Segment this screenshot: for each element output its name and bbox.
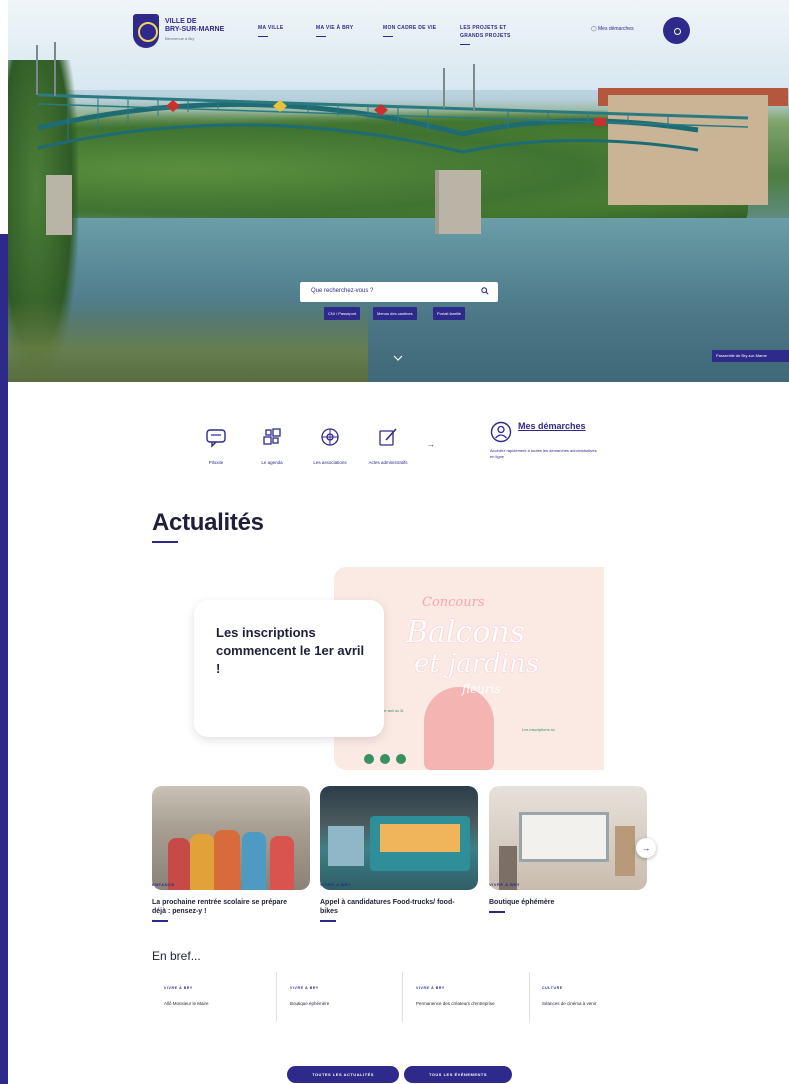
poster-line-4: fleuris (462, 682, 501, 696)
poster-link[interactable]: Les inscriptions ici (522, 727, 554, 732)
brief-category: VIVRE À BRY (290, 986, 319, 990)
account-label: Mes démarches (598, 26, 634, 32)
news-category: VIVRE À BRY (320, 882, 351, 887)
brief-text[interactable]: Boutique éphémère (290, 1000, 394, 1007)
actualites-heading: Actualités (152, 509, 264, 536)
news-category: VIVRE À BRY (489, 882, 520, 887)
quick-link-menus[interactable]: Menus des cantines (373, 307, 417, 320)
brief-category: VIVRE À BRY (416, 986, 445, 990)
grid-icon (263, 428, 281, 445)
brief-divider (402, 972, 403, 1022)
nav-ma-vie-a-bry[interactable]: MA VIE À BRY (316, 24, 353, 37)
poster-line-1: Concours (422, 595, 485, 610)
carousel-next-button[interactable]: → (636, 838, 656, 858)
news-underline (152, 920, 168, 922)
search-icon[interactable] (481, 287, 489, 295)
brief-item[interactable]: VIVRE À BRY Allô Monsieur le Maire (152, 978, 272, 1024)
search-toggle-button[interactable] (663, 17, 690, 44)
account-link[interactable]: ◯ Mes démarches (591, 26, 634, 32)
quick-access-label: Le agenda (261, 460, 283, 465)
poster-vase (424, 687, 494, 770)
brief-item[interactable]: VIVRE À BRY Boutique éphémère (278, 978, 398, 1024)
brief-text[interactable]: Permanence des créateurs d'entreprise (416, 1000, 520, 1007)
quick-access-actes[interactable]: Actes administratifs (366, 425, 410, 466)
brief-text[interactable]: Séances de cinéma à venir (542, 1000, 646, 1007)
news-image-foodtruck[interactable] (320, 786, 478, 890)
news-title[interactable]: Boutique éphémère (489, 898, 639, 907)
user-icon: ◯ (591, 26, 597, 32)
quick-link-cni[interactable]: CNI / Passeport (324, 307, 361, 320)
brief-item[interactable]: VIVRE À BRY Permanence des créateurs d'e… (404, 978, 524, 1024)
photo-caption: Passerelle de Bry-sur-Marne (712, 350, 789, 362)
edit-icon (379, 428, 397, 446)
news-image-boutique[interactable] (489, 786, 647, 890)
quick-access-label: Les associations (313, 460, 347, 465)
social-icon[interactable] (396, 754, 406, 764)
mes-demarches-description: Accédez rapidement à toutes les démarche… (490, 448, 597, 459)
quick-link-portail[interactable]: Portail famille (433, 307, 466, 320)
heading-underline (152, 541, 178, 543)
chat-icon (206, 429, 226, 448)
hero-search-bar[interactable]: Que recherchez-vous ? (300, 282, 498, 302)
poster-line-2: Balcons (406, 615, 526, 650)
poster-line-3: et jardins (414, 649, 540, 679)
social-icon[interactable] (380, 754, 390, 764)
news-category: ENFANCE (152, 882, 175, 887)
nav-projets[interactable]: LES PROJETS ET GRANDS PROJETS (460, 24, 530, 45)
news-card[interactable]: VIVRE À BRY Boutique éphémère (489, 786, 647, 913)
city-crest-icon (133, 14, 159, 48)
news-underline (320, 920, 336, 922)
news-title[interactable]: La prochaine rentrée scolaire se prépare… (152, 898, 302, 916)
quick-access-arrow-icon[interactable]: → (427, 440, 435, 449)
quick-access-agenda[interactable]: Le agenda (250, 425, 294, 466)
logo-line-2: BRY-SUR-MARNE (165, 26, 225, 33)
news-image-school[interactable] (152, 786, 310, 890)
brief-category: VIVRE À BRY (164, 986, 193, 990)
city-logo[interactable]: VILLE DE BRY-SUR-MARNE Bienvenue à Bry (133, 14, 243, 50)
left-accent-strip (0, 234, 8, 1084)
mes-demarches-title[interactable]: Mes démarches (518, 421, 588, 431)
brief-item[interactable]: CULTURE Séances de cinéma à venir (530, 978, 650, 1024)
quick-access-associations[interactable]: Les associations (308, 425, 352, 466)
quick-access-label: Piloxite (208, 460, 224, 465)
brief-text[interactable]: Allô Monsieur le Maire (164, 1000, 268, 1007)
nav-ma-ville[interactable]: MA VILLE (258, 24, 284, 37)
nav-cadre-de-vie[interactable]: MON CADRE DE VIE (383, 24, 436, 37)
brief-divider (276, 972, 277, 1022)
featured-news-card[interactable]: Les inscriptions commencent le 1er avril… (194, 600, 384, 737)
hero-reeds (8, 300, 368, 382)
logo-line-1: VILLE DE (165, 18, 197, 25)
news-card[interactable]: VIVRE À BRY Appel à candidatures Food-tr… (320, 786, 478, 922)
brief-category: CULTURE (542, 986, 563, 990)
logo-tagline: Bienvenue à Bry (165, 36, 195, 41)
quick-access-piloxite[interactable]: Piloxite (194, 425, 238, 466)
social-icon[interactable] (364, 754, 374, 764)
quick-access-label: Actes administratifs (368, 460, 408, 465)
news-underline (489, 911, 505, 913)
top-navigation: VILLE DE BRY-SUR-MARNE Bienvenue à Bry M… (8, 0, 789, 62)
network-icon (321, 428, 339, 446)
news-title[interactable]: Appel à candidatures Food-trucks/ food-b… (320, 898, 470, 916)
user-circle-icon (490, 421, 512, 443)
all-events-button[interactable]: TOUS LES ÉVÉNEMENTS (404, 1066, 512, 1083)
search-input[interactable]: Que recherchez-vous ? (311, 288, 373, 294)
scroll-down-chevron-icon[interactable] (393, 355, 403, 361)
news-card[interactable]: ENFANCE La prochaine rentrée scolaire se… (152, 786, 310, 922)
featured-news-title[interactable]: Les inscriptions commencent le 1er avril… (216, 624, 366, 678)
all-news-button[interactable]: TOUTES LES ACTUALITÉS (287, 1066, 399, 1083)
en-bref-heading: En bref... (152, 949, 201, 963)
